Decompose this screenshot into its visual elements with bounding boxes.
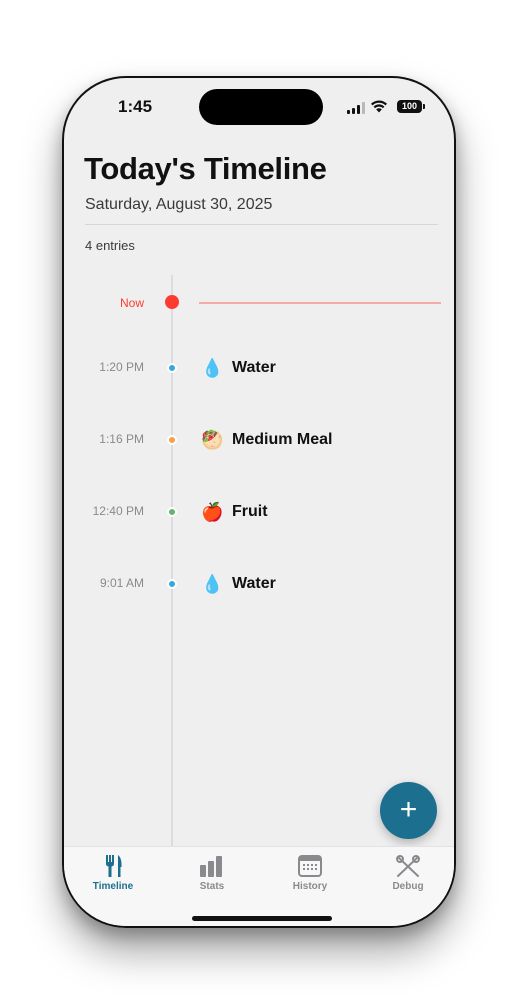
- tab-timeline[interactable]: Timeline: [73, 853, 153, 897]
- water-drop-icon: 💧: [201, 574, 224, 594]
- calendar-icon: [298, 855, 322, 877]
- tab-label: Timeline: [92, 881, 134, 892]
- entry-time: 12:40 PM: [92, 504, 144, 518]
- entry-label: Water: [232, 575, 276, 592]
- timeline-entry[interactable]: 1:16 PM 🥙 Medium Meal: [64, 428, 454, 452]
- entry-label: Fruit: [232, 503, 268, 520]
- now-indicator-line: [199, 302, 441, 304]
- header-divider: [85, 224, 438, 225]
- entry-time: 1:16 PM: [99, 432, 144, 446]
- entry-time: 1:20 PM: [99, 360, 144, 374]
- status-time: 1:45: [118, 97, 153, 116]
- tab-label: Stats: [199, 881, 225, 892]
- home-indicator: [192, 916, 332, 921]
- tab-label: History: [292, 881, 328, 892]
- entry-time: 9:01 AM: [99, 576, 144, 590]
- water-drop-icon: 💧: [201, 358, 224, 378]
- entry-dot: [167, 579, 177, 589]
- tools-icon: [396, 855, 420, 877]
- now-indicator-dot: [165, 295, 179, 309]
- entry-dot: [167, 507, 177, 517]
- entry-label: Water: [232, 359, 276, 376]
- timeline-entry[interactable]: 9:01 AM 💧 Water: [64, 572, 454, 596]
- bar-chart-icon: [200, 856, 222, 877]
- tab-debug[interactable]: Debug: [368, 853, 448, 897]
- now-label: Now: [119, 296, 144, 310]
- app-screen: 1:45 100 Today's Timeline Saturday, Augu…: [64, 78, 454, 926]
- fork-knife-icon: [106, 855, 122, 877]
- tab-history[interactable]: History: [270, 853, 350, 897]
- entry-dot: [167, 363, 177, 373]
- phone-frame: 1:45 100 Today's Timeline Saturday, Augu…: [62, 76, 456, 928]
- dynamic-island: [199, 89, 323, 125]
- timeline-entry[interactable]: 12:40 PM 🍎 Fruit: [64, 500, 454, 524]
- apple-icon: 🍎: [201, 502, 224, 522]
- entry-count: 4 entries: [85, 238, 135, 253]
- battery-icon: 100: [397, 100, 425, 113]
- entry-dot: [167, 435, 177, 445]
- entry-label: Medium Meal: [232, 431, 333, 448]
- add-entry-button[interactable]: +: [380, 782, 437, 839]
- page-title: Today's Timeline: [84, 151, 327, 186]
- timeline-entry[interactable]: 1:20 PM 💧 Water: [64, 356, 454, 380]
- tab-bar: Timeline Stats History Debug: [64, 846, 454, 926]
- tab-stats[interactable]: Stats: [172, 853, 252, 897]
- meal-icon: 🥙: [201, 430, 224, 450]
- wifi-icon: [371, 100, 387, 113]
- cellular-signal-icon: [347, 102, 365, 114]
- tab-label: Debug: [392, 881, 424, 892]
- page-date: Saturday, August 30, 2025: [85, 196, 273, 213]
